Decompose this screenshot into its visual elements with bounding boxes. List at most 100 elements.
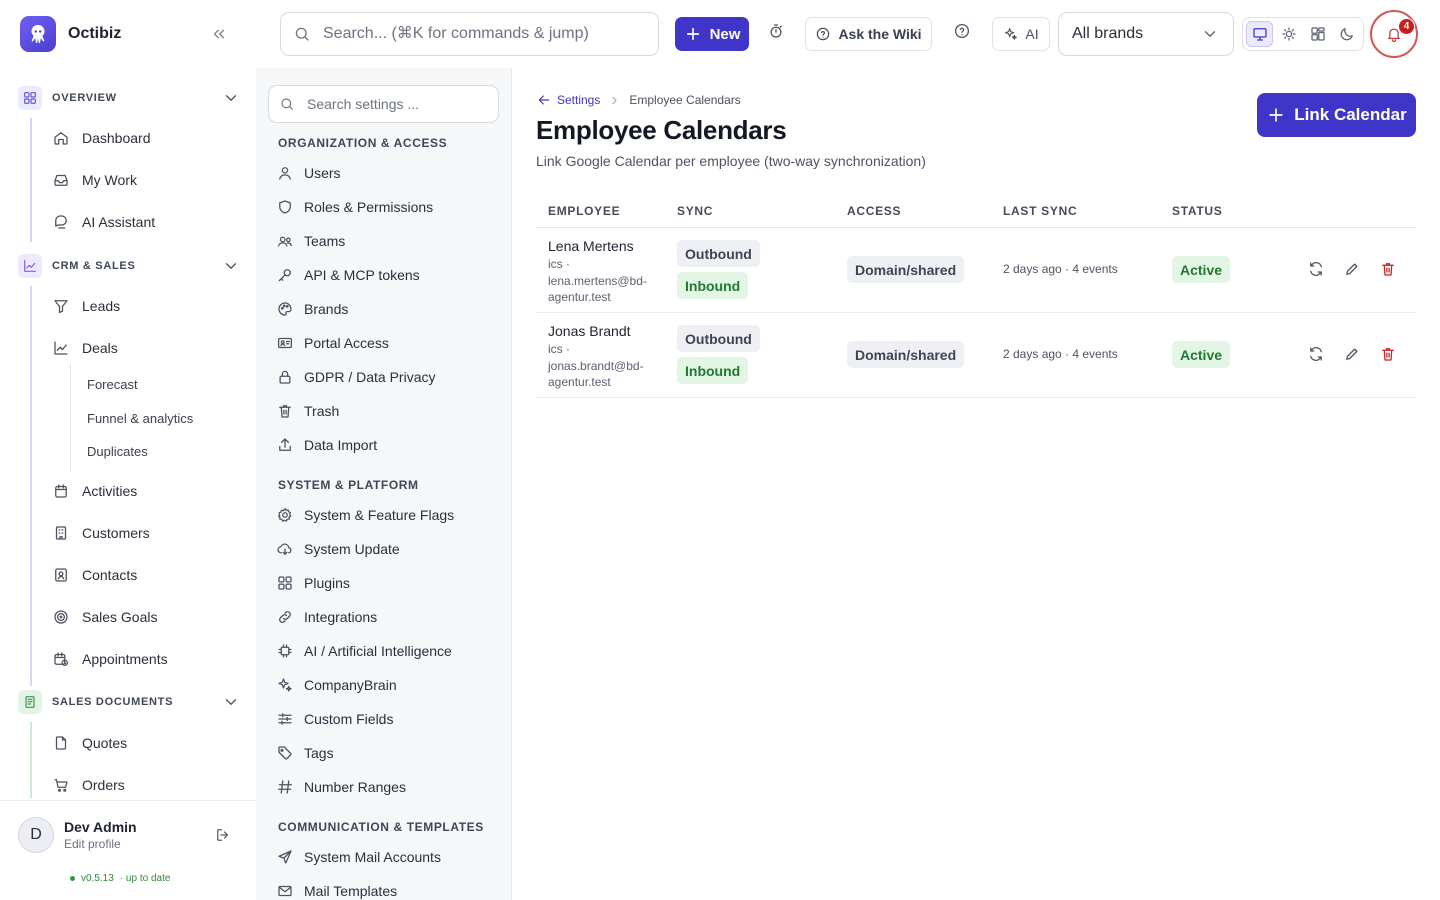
sync-now-button[interactable] xyxy=(1307,260,1325,278)
pencil-icon xyxy=(1346,348,1358,360)
nav-section-sales-documents[interactable]: SALES DOCUMENTS xyxy=(18,690,240,714)
sidebar-item-ai-assistant[interactable]: AI Assistant xyxy=(52,210,155,234)
sidebar-item-label: Activities xyxy=(82,483,138,499)
settings-item-teams[interactable]: Teams xyxy=(276,231,345,251)
sidebar-subitem-duplicates[interactable]: Duplicates xyxy=(87,444,148,459)
sidebar-item-label: Contacts xyxy=(82,567,138,583)
sidebar-item-quotes[interactable]: Quotes xyxy=(52,731,127,755)
sidebar-item-sales-goals[interactable]: Sales Goals xyxy=(52,605,157,629)
sidebar-item-contacts[interactable]: Contacts xyxy=(52,563,137,587)
sun-icon xyxy=(1281,27,1296,41)
notifications-button[interactable]: 4 xyxy=(1370,10,1418,58)
tag-icon xyxy=(278,746,292,760)
sidebar-item-dashboard[interactable]: Dashboard xyxy=(52,126,151,150)
sidebar-item-customers[interactable]: Customers xyxy=(52,521,150,545)
settings-item-system-mail[interactable]: System Mail Accounts xyxy=(276,847,441,867)
chevron-down-icon xyxy=(1204,31,1216,37)
upload-icon xyxy=(279,438,291,451)
new-button[interactable]: New xyxy=(675,17,749,51)
link-calendar-button[interactable]: Link Calendar xyxy=(1257,93,1416,137)
sparkles-icon xyxy=(1005,28,1018,40)
settings-item-mail-templates[interactable]: Mail Templates xyxy=(276,881,397,900)
settings-item-system-update[interactable]: System Update xyxy=(276,539,400,559)
sidebar-item-my-work[interactable]: My Work xyxy=(52,168,137,192)
theme-dark-button[interactable] xyxy=(1333,21,1360,47)
brand-select[interactable]: All brands xyxy=(1058,12,1234,56)
trash-icon xyxy=(279,405,291,418)
timer-button[interactable] xyxy=(767,22,785,40)
nav-section-overview[interactable]: OVERVIEW xyxy=(18,86,240,110)
sidebar-subitem-forecast[interactable]: Forecast xyxy=(87,377,138,392)
settings-group-label: ORGANIZATION & ACCESS xyxy=(278,136,448,150)
delete-button[interactable] xyxy=(1379,345,1397,363)
settings-item-brands[interactable]: Brands xyxy=(276,299,348,319)
chevron-right-icon xyxy=(608,94,621,107)
edit-profile-link[interactable]: Edit profile xyxy=(64,837,121,851)
help-button[interactable] xyxy=(953,22,971,40)
settings-item-portal-access[interactable]: Portal Access xyxy=(276,333,389,353)
user-name[interactable]: Dev Admin xyxy=(64,819,137,835)
sidebar-item-label: Appointments xyxy=(82,651,168,667)
settings-item-users[interactable]: Users xyxy=(276,163,341,183)
sub-nav-rail xyxy=(70,364,71,472)
settings-item-gdpr[interactable]: GDPR / Data Privacy xyxy=(276,367,435,387)
sidebar-item-appointments[interactable]: Appointments xyxy=(52,647,168,671)
settings-item-integrations[interactable]: Integrations xyxy=(276,607,377,627)
settings-item-label: Users xyxy=(304,165,341,181)
edit-button[interactable] xyxy=(1343,345,1361,363)
last-sync: 2 days ago · 4 events xyxy=(1003,262,1118,276)
sidebar-item-label: Dashboard xyxy=(82,130,151,146)
search-icon xyxy=(295,27,309,41)
ai-button[interactable]: AI xyxy=(992,17,1050,51)
edit-button[interactable] xyxy=(1343,260,1361,278)
settings-item-ai[interactable]: AI / Artificial Intelligence xyxy=(276,641,452,661)
calendar-icon xyxy=(55,484,67,498)
settings-search[interactable] xyxy=(268,85,499,123)
logout-button[interactable] xyxy=(214,826,232,844)
avatar[interactable]: D xyxy=(18,817,54,853)
settings-item-custom-fields[interactable]: Custom Fields xyxy=(276,709,393,729)
new-button-label: New xyxy=(709,25,741,43)
sidebar-item-label: Sales Goals xyxy=(82,609,158,625)
settings-item-trash[interactable]: Trash xyxy=(276,401,339,421)
global-search[interactable] xyxy=(280,12,659,56)
sidebar-footer: D Dev Admin Edit profile v0.5.13 · up to… xyxy=(0,800,256,900)
theme-light-button[interactable] xyxy=(1275,21,1302,47)
sidebar-item-orders[interactable]: Orders xyxy=(52,773,125,797)
breadcrumb-back-link[interactable]: Settings xyxy=(536,92,600,108)
brand[interactable]: Octibiz xyxy=(20,16,121,52)
mail-icon xyxy=(278,885,292,897)
settings-item-tags[interactable]: Tags xyxy=(276,743,334,763)
ask-wiki-button[interactable]: Ask the Wiki xyxy=(805,17,932,51)
settings-search-input[interactable] xyxy=(307,96,487,112)
settings-item-plugins[interactable]: Plugins xyxy=(276,573,350,593)
settings-item-number-ranges[interactable]: Number Ranges xyxy=(276,777,406,797)
sidebar-item-leads[interactable]: Leads xyxy=(52,294,120,318)
settings-item-label: System & Feature Flags xyxy=(304,507,455,523)
settings-item-companybrain[interactable]: CompanyBrain xyxy=(276,675,397,695)
status-badge: Active xyxy=(1172,341,1231,368)
collapse-sidebar-button[interactable] xyxy=(206,24,232,44)
delete-button[interactable] xyxy=(1379,260,1397,278)
settings-item-system-flags[interactable]: System & Feature Flags xyxy=(276,505,454,525)
sync-now-button[interactable] xyxy=(1307,345,1325,363)
palette-icon xyxy=(278,302,292,316)
sidebar-item-label: Orders xyxy=(82,777,125,793)
global-search-input[interactable] xyxy=(323,25,643,43)
settings-item-label: Number Ranges xyxy=(304,779,406,795)
file-icon xyxy=(55,736,67,750)
settings-item-data-import[interactable]: Data Import xyxy=(276,435,377,455)
employee-calendar-source: ics · lena.mertens@bd-agentur.test xyxy=(548,257,647,304)
settings-item-roles-permissions[interactable]: Roles & Permissions xyxy=(276,197,433,217)
settings-item-api-tokens[interactable]: API & MCP tokens xyxy=(276,265,420,285)
sidebar-item-activities[interactable]: Activities xyxy=(52,479,137,503)
theme-system-button[interactable] xyxy=(1246,21,1273,47)
nav-section-label: OVERVIEW xyxy=(52,92,117,104)
sidebar-subitem-funnel-analytics[interactable]: Funnel & analytics xyxy=(87,411,193,426)
column-header-last-sync: LAST SYNC xyxy=(1003,204,1078,218)
layout-button[interactable] xyxy=(1304,21,1331,47)
settings-group-label: SYSTEM & PLATFORM xyxy=(278,478,419,492)
sidebar-item-deals[interactable]: Deals xyxy=(52,336,118,360)
sidebar-item-label: Customers xyxy=(82,525,150,541)
nav-section-crm-sales[interactable]: CRM & SALES xyxy=(18,254,240,278)
